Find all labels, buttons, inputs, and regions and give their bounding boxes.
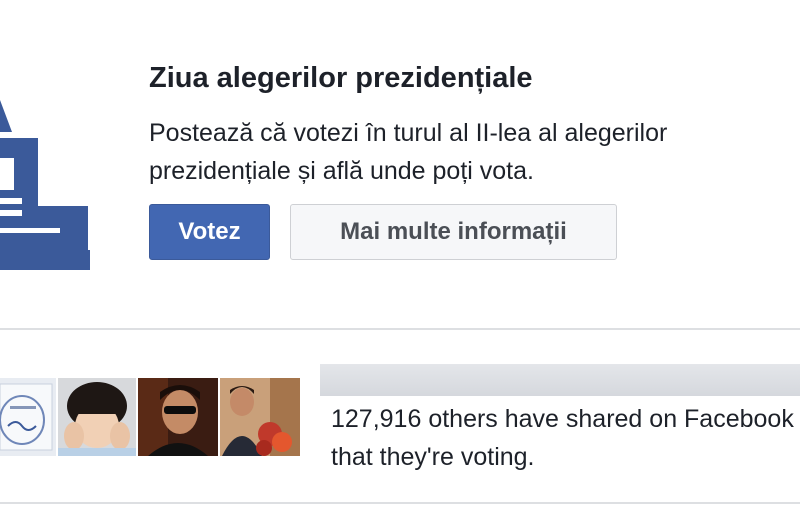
loading-bar — [320, 364, 800, 396]
more-info-button[interactable]: Mai multe informații — [290, 204, 617, 260]
card-description: Postează că votezi în turul al II-lea al… — [149, 119, 668, 185]
vote-button[interactable]: Votez — [149, 204, 270, 260]
divider — [0, 328, 800, 330]
avatar[interactable] — [0, 378, 56, 456]
card-title: Ziua alegerilor prezidențiale — [149, 62, 533, 94]
shared-count-text: 127,916 others have shared on Facebook t… — [331, 405, 794, 471]
avatar[interactable] — [220, 378, 300, 456]
ballot-box-icon — [0, 100, 90, 270]
divider — [0, 502, 800, 504]
avatar[interactable] — [58, 378, 136, 456]
avatar[interactable] — [138, 378, 218, 456]
